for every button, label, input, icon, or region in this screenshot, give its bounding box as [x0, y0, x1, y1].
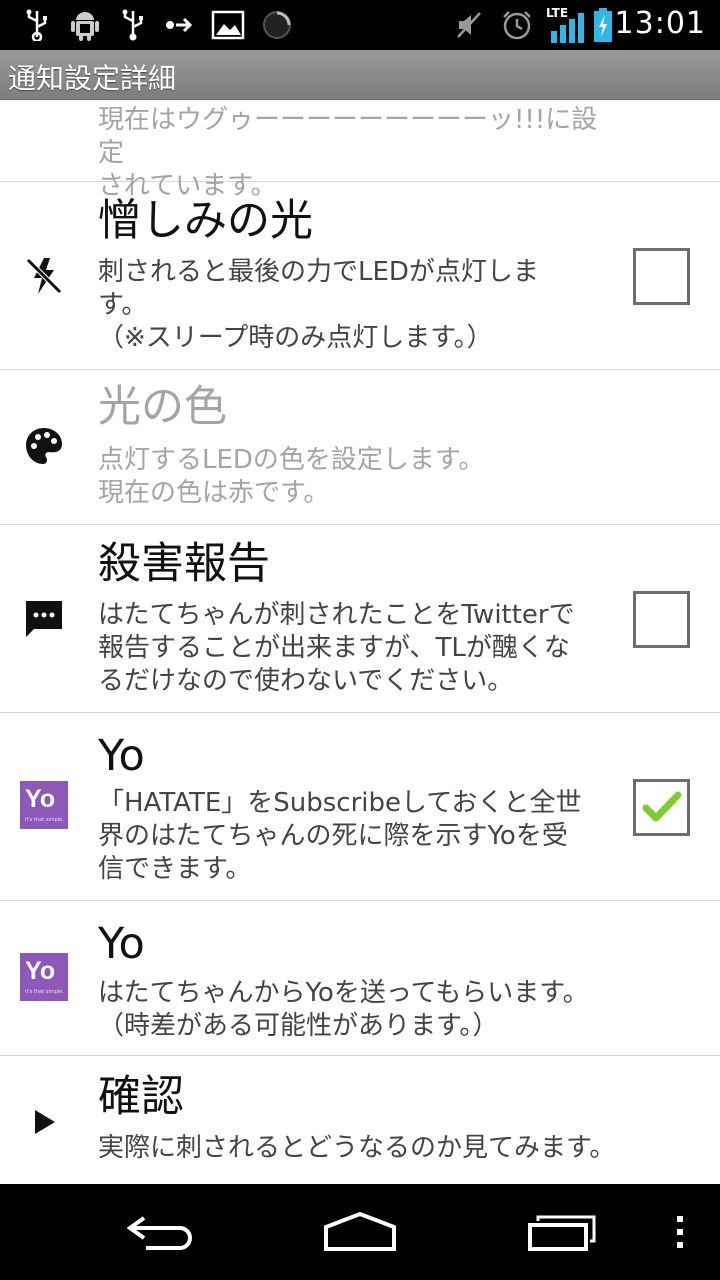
clock: 13:01 — [614, 6, 706, 41]
yo-logo-tagline: It's that simple. — [25, 989, 64, 995]
preference-yo-receive[interactable]: Yo It's that simple. Yo はたてちゃんからYoを送ってもら… — [0, 901, 720, 1056]
yo-app-icon: Yo It's that simple. — [20, 953, 68, 1001]
status-bar: LTE 13:01 — [0, 0, 720, 50]
action-bar: 通知設定詳細 — [0, 50, 720, 100]
preference-summary: 実際に刺されるとどうなるのか見てみます。 — [98, 1133, 616, 1163]
data-transfer-icon — [164, 8, 196, 42]
page-title: 通知設定詳細 — [8, 62, 177, 95]
yo-logo-text: Yo — [25, 785, 56, 813]
mute-icon — [454, 8, 484, 42]
usb-icon — [22, 8, 52, 42]
navigation-bar — [0, 1184, 720, 1280]
preference-summary: 「HATATE」をSubscribeしておくと全世 界のはたてちゃんの死に際を示… — [98, 788, 582, 884]
back-icon[interactable] — [120, 1208, 200, 1256]
preference-preview[interactable]: 確認 実際に刺されるとどうなるのか見てみます。 — [0, 1056, 720, 1184]
preference-summary: 刺されると最後の力でLEDが点灯しま す。 （※スリープ時のみ点灯します。） — [98, 257, 539, 353]
flash-off-icon — [20, 252, 68, 300]
preference-summary: 点灯するLEDの色を設定します。 現在の色は赤です。 — [98, 445, 485, 508]
image-icon — [210, 8, 246, 42]
usb-icon — [118, 8, 148, 42]
preference-title: 殺害報告 — [98, 539, 270, 589]
preference-yo-subscribe[interactable]: Yo It's that simple. Yo 「HATATE」をSubscri… — [0, 713, 720, 901]
loading-icon — [260, 8, 294, 42]
preference-title: Yo — [98, 919, 145, 969]
preference-light-color: 光の色 点灯するLEDの色を設定します。 現在の色は赤です。 — [0, 370, 720, 525]
preference-title: 光の色 — [98, 382, 227, 432]
hate-light-checkbox[interactable] — [633, 248, 690, 305]
yo-logo-text: Yo — [25, 957, 56, 985]
preference-summary: はたてちゃんからYoを送ってもらいます。 （時差がある可能性があります。） — [98, 978, 589, 1041]
yo-subscribe-checkbox[interactable] — [633, 779, 690, 836]
battery-charging-icon — [592, 8, 614, 42]
palette-icon — [20, 422, 68, 470]
recent-apps-icon[interactable] — [522, 1208, 602, 1256]
play-icon — [20, 1098, 68, 1146]
yo-logo-tagline: It's that simple. — [25, 817, 64, 823]
preference-title: 憎しみの光 — [98, 196, 313, 246]
android-debug-icon — [68, 8, 102, 42]
preference-hate-light[interactable]: 憎しみの光 刺されると最後の力でLEDが点灯しま す。 （※スリープ時のみ点灯し… — [0, 182, 720, 370]
overflow-menu-icon[interactable] — [668, 1208, 692, 1256]
signal-icon — [550, 10, 584, 44]
checkmark-icon — [642, 791, 682, 822]
alarm-icon — [500, 8, 534, 42]
preference-kill-report[interactable]: 殺害報告 はたてちゃんが刺されたことをTwitterで 報告することが出来ますが… — [0, 525, 720, 713]
preference-sound-current: 現在はウグゥーーーーーーーーーッ!!!に設定 されています。 — [0, 100, 720, 201]
chat-bubble-icon — [20, 595, 68, 643]
yo-app-icon: Yo It's that simple. — [20, 781, 68, 829]
preference-list[interactable]: 現在はウグゥーーーーーーーーーッ!!!に設定 されています。 憎しみの光 刺され… — [0, 100, 720, 1184]
preference-title: Yo — [98, 731, 145, 781]
home-icon[interactable] — [320, 1208, 400, 1256]
preference-title: 確認 — [98, 1072, 184, 1122]
preference-summary: はたてちゃんが刺されたことをTwitterで 報告することが出来ますが、TLが醜… — [98, 600, 575, 696]
kill-report-checkbox[interactable] — [633, 591, 690, 648]
